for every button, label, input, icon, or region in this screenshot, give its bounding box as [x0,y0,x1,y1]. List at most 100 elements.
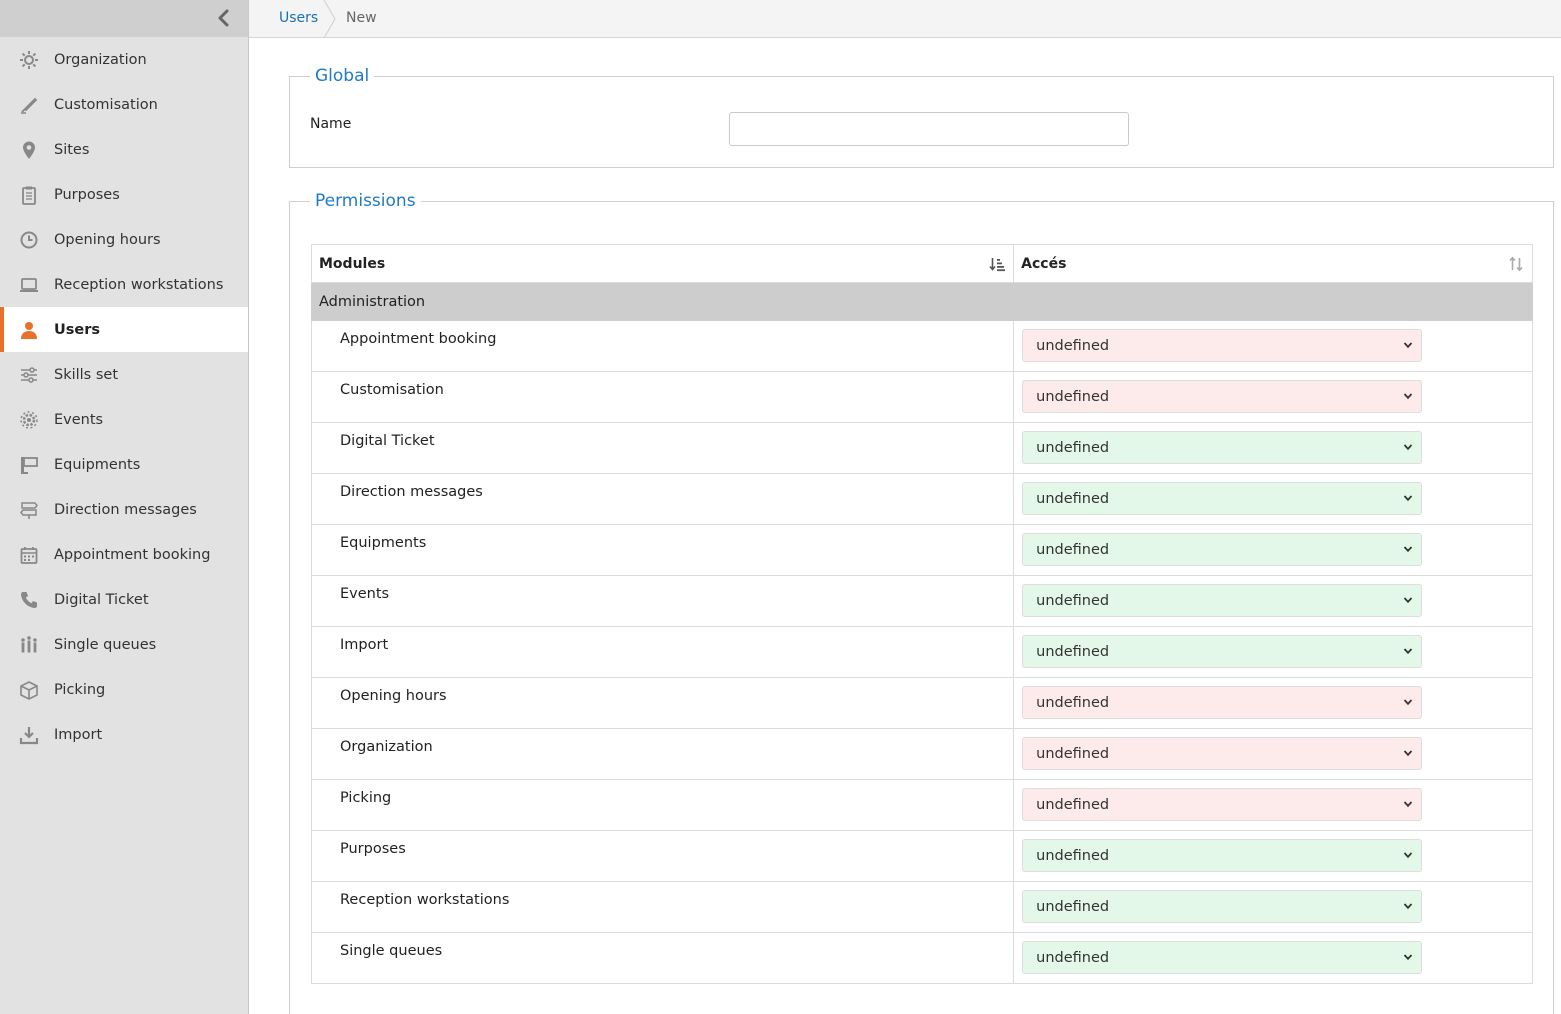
map-pin-icon [18,139,40,161]
breadcrumb-separator-icon [323,0,336,38]
access-select-value: undefined [1036,949,1110,966]
sidebar-item-single-queues[interactable]: Single queues [0,622,248,667]
sidebar-item-reception-workstations[interactable]: Reception workstations [0,262,248,307]
access-select-value: undefined [1036,898,1110,915]
sidebar-item-import[interactable]: Import [0,712,248,757]
sidebar-item-events[interactable]: Events [0,397,248,442]
access-select[interactable]: undefined [1022,584,1423,617]
chevron-down-icon [1403,593,1413,609]
sidebar-item-label: Picking [54,681,106,698]
module-name: Events [310,575,1015,627]
permissions-section: Permissions Modules Accés Administration… [289,191,1554,1014]
breadcrumb: Users New [249,0,1561,38]
access-cell: undefined [1013,473,1533,525]
sidebar-item-appointment-booking[interactable]: Appointment booking [0,532,248,577]
breadcrumb-users-link[interactable]: Users [279,0,318,37]
module-name: Single queues [310,932,1015,984]
breadcrumb-current: New [346,10,377,26]
access-select[interactable]: undefined [1022,533,1423,566]
permissions-legend: Permissions [315,191,416,211]
access-select[interactable]: undefined [1022,737,1423,770]
module-name: Opening hours [310,677,1015,729]
collapse-sidebar-button[interactable] [214,9,232,27]
user-icon [18,319,40,341]
sidebar-item-label: Events [54,411,104,428]
sort-ascending-icon[interactable] [989,256,1006,272]
chevron-down-icon [1403,389,1413,405]
permission-row: Import undefined [310,626,1533,678]
access-cell: undefined [1013,626,1533,678]
sidebar-item-purposes[interactable]: Purposes [0,172,248,217]
access-cell: undefined [1013,830,1533,882]
sidebar: Organization Customisation Sites Purposes Op… [0,0,249,1014]
chevron-down-icon [1403,338,1413,354]
signpost-icon [18,499,40,521]
sidebar-item-organization[interactable]: Organization [0,37,248,82]
module-name: Equipments [310,524,1015,576]
name-input[interactable] [729,112,1129,146]
chevron-down-icon [1403,491,1413,507]
access-select-value: undefined [1036,388,1110,405]
chevron-left-icon [218,9,229,27]
group-row: Administration [310,282,1533,321]
access-select[interactable]: undefined [1022,380,1423,413]
access-cell: undefined [1013,881,1533,933]
module-name: Digital Ticket [310,422,1015,474]
access-select-value: undefined [1036,337,1110,354]
access-cell: undefined [1013,575,1533,627]
permission-row: Opening hours undefined [310,677,1533,729]
permission-row: Single queues undefined [310,932,1533,984]
permission-row: Reception workstations undefined [310,881,1533,933]
access-select[interactable]: undefined [1022,839,1423,872]
permission-row: Organization undefined [310,728,1533,780]
access-column-header[interactable]: Accés [1013,244,1533,283]
access-select-value: undefined [1036,541,1110,558]
access-select-value: undefined [1036,796,1110,813]
sidebar-item-label: Direction messages [54,501,197,518]
chevron-down-icon [1403,644,1413,660]
chevron-down-icon [1403,899,1413,915]
sidebar-item-equipments[interactable]: Equipments [0,442,248,487]
access-select[interactable]: undefined [1022,329,1423,362]
access-select-value: undefined [1036,490,1110,507]
access-select[interactable]: undefined [1022,482,1423,515]
sidebar-item-direction-messages[interactable]: Direction messages [0,487,248,532]
sidebar-item-sites[interactable]: Sites [0,127,248,172]
access-select[interactable]: undefined [1022,635,1423,668]
sidebar-item-users[interactable]: Users [0,307,248,352]
permission-row: Picking undefined [310,779,1533,831]
chevron-down-icon [1403,950,1413,966]
access-select-value: undefined [1036,847,1110,864]
permission-row: Direction messages undefined [310,473,1533,525]
access-select[interactable]: undefined [1022,788,1423,821]
sort-icon[interactable] [1508,256,1524,272]
sidebar-item-label: Digital Ticket [54,591,149,608]
sidebar-item-digital-ticket[interactable]: Digital Ticket [0,577,248,622]
chevron-down-icon [1403,542,1413,558]
modules-column-header[interactable]: Modules [310,244,1015,283]
module-name: Reception workstations [310,881,1015,933]
access-select[interactable]: undefined [1022,890,1423,923]
module-name: Picking [310,779,1015,831]
global-section: Global Name [289,66,1554,168]
sidebar-item-label: Organization [54,51,147,68]
access-select[interactable]: undefined [1022,686,1423,719]
sidebar-item-opening-hours[interactable]: Opening hours [0,217,248,262]
permission-row: Equipments undefined [310,524,1533,576]
access-cell: undefined [1013,677,1533,729]
sidebar-item-picking[interactable]: Picking [0,667,248,712]
download-icon [18,724,40,746]
access-cell: undefined [1013,371,1533,423]
sidebar-item-skills-set[interactable]: Skills set [0,352,248,397]
access-select[interactable]: undefined [1022,941,1423,974]
clock-icon [18,229,40,251]
module-name: Direction messages [310,473,1015,525]
sidebar-item-label: Appointment booking [54,546,211,563]
sidebar-item-customisation[interactable]: Customisation [0,82,248,127]
access-select[interactable]: undefined [1022,431,1423,464]
sidebar-item-label: Users [54,321,101,338]
main-content: Global Name Permissions Modules Accés Ad… [249,38,1561,1014]
access-select-value: undefined [1036,592,1110,609]
group-label: Administration [310,282,1015,321]
global-legend: Global [315,66,370,86]
